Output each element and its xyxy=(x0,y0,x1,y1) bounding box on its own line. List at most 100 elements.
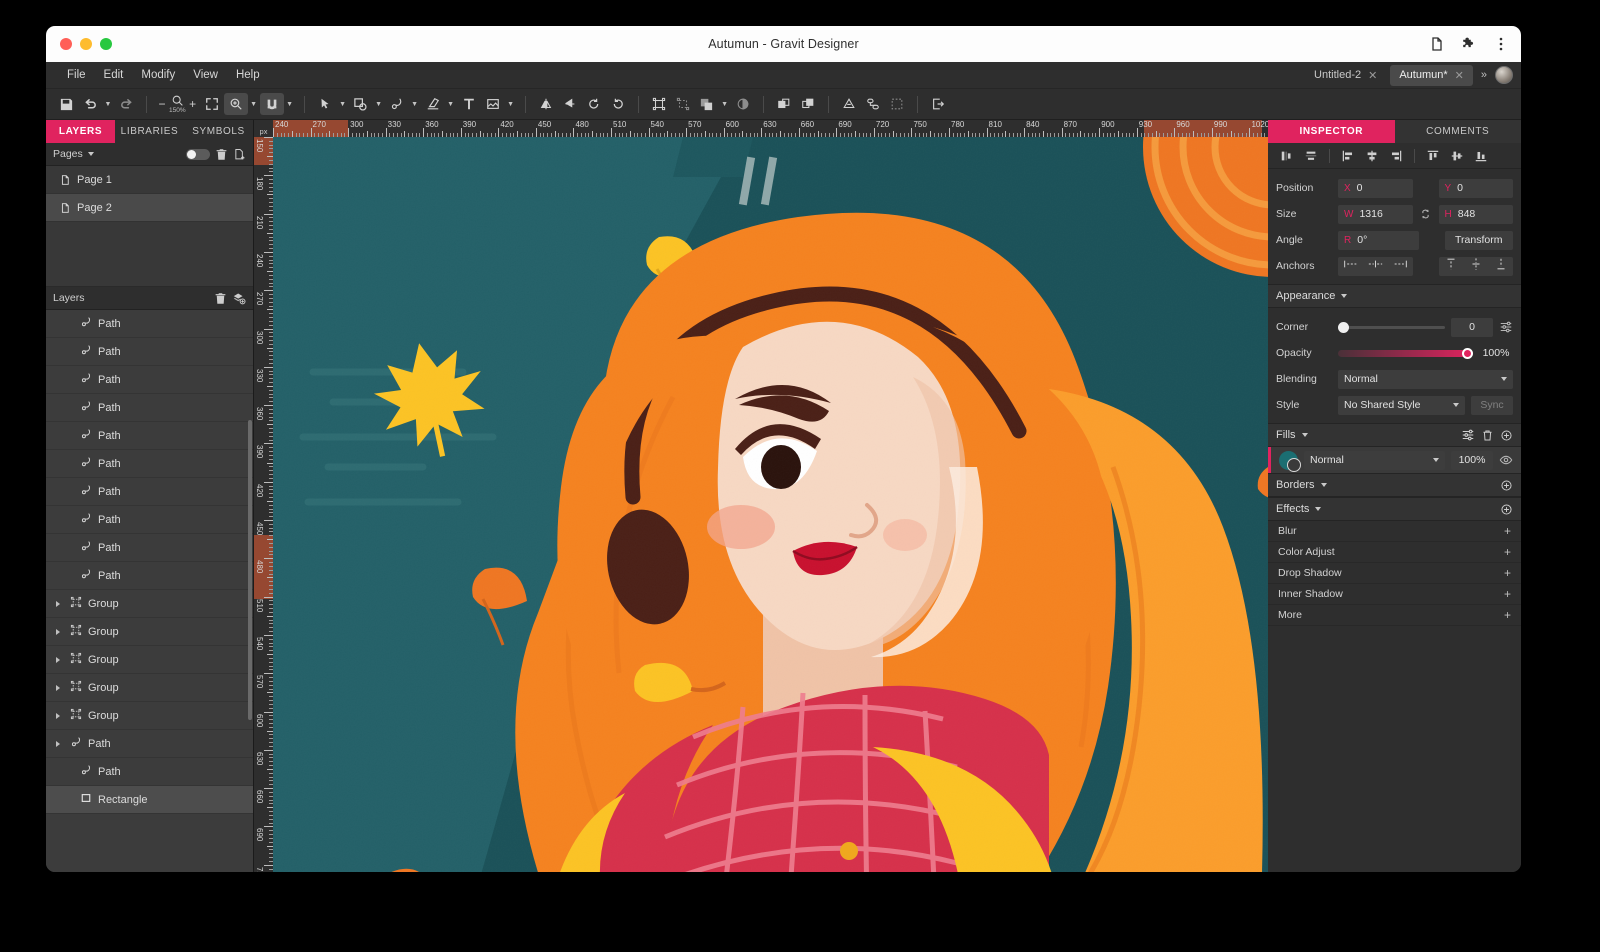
align-middle-icon[interactable] xyxy=(1446,146,1468,166)
layer-row[interactable]: Group xyxy=(46,674,253,702)
anchor-top-icon[interactable] xyxy=(1445,257,1457,276)
corner-value[interactable]: 0 xyxy=(1451,318,1493,337)
add-icon[interactable] xyxy=(1500,429,1513,442)
image-icon[interactable] xyxy=(481,93,505,115)
magnet-icon[interactable] xyxy=(260,93,284,115)
chevron-down-icon[interactable] xyxy=(1315,507,1321,511)
page-item-2[interactable]: Page 2 xyxy=(46,194,253,222)
layers-list[interactable]: PathPathPathPathPathPathPathPathPathPath… xyxy=(46,310,253,872)
anchor-bottom-icon[interactable] xyxy=(1495,257,1507,276)
zoom-caret-icon[interactable]: ▼ xyxy=(248,93,260,115)
tab-layers[interactable]: LAYERS xyxy=(46,120,115,143)
vertical-ruler[interactable]: 1501802102402703003303603904204504805105… xyxy=(254,137,273,872)
document-tab-autumun[interactable]: Autumun* ✕ xyxy=(1390,65,1473,86)
fill-color-swatch[interactable] xyxy=(1279,451,1298,470)
page-icon[interactable] xyxy=(1429,36,1445,52)
redo-icon[interactable] xyxy=(114,93,138,115)
eye-icon[interactable] xyxy=(1499,453,1513,467)
expand-triangle-icon[interactable] xyxy=(56,741,60,747)
chevron-down-icon[interactable] xyxy=(1453,403,1459,407)
more-vertical-icon[interactable] xyxy=(1493,36,1509,52)
bring-front-icon[interactable] xyxy=(772,93,796,115)
pointer-icon[interactable] xyxy=(313,93,337,115)
link-icon[interactable] xyxy=(1419,207,1433,221)
add-icon[interactable] xyxy=(1500,479,1513,492)
canvas-area[interactable]: 2402703003303603904204504805105405706006… xyxy=(254,120,1268,872)
add-effect-icon[interactable]: + xyxy=(1504,608,1511,622)
effect-row[interactable]: Blur+ xyxy=(1268,521,1521,542)
menu-item-file[interactable]: File xyxy=(58,66,95,84)
effect-row[interactable]: Inner Shadow+ xyxy=(1268,584,1521,605)
chevron-down-icon[interactable] xyxy=(88,152,94,156)
toggle-switch[interactable] xyxy=(186,149,210,160)
effect-row[interactable]: Color Adjust+ xyxy=(1268,542,1521,563)
style-select[interactable]: No Shared Style xyxy=(1338,396,1465,415)
ruler-unit-label[interactable]: px xyxy=(254,120,273,137)
text-icon[interactable] xyxy=(457,93,481,115)
appearance-section-header[interactable]: Appearance xyxy=(1268,284,1521,308)
ungroup-icon[interactable] xyxy=(671,93,695,115)
effects-section-header[interactable]: Effects xyxy=(1268,497,1521,521)
save-icon[interactable] xyxy=(54,93,78,115)
pen-icon[interactable] xyxy=(385,93,409,115)
flip-horizontal-icon[interactable] xyxy=(534,93,558,115)
borders-section-header[interactable]: Borders xyxy=(1268,473,1521,497)
layer-row[interactable]: Path xyxy=(46,534,253,562)
expand-triangle-icon[interactable] xyxy=(56,657,60,663)
close-tab-icon[interactable]: ✕ xyxy=(1455,69,1464,82)
group-icon[interactable] xyxy=(647,93,671,115)
chevron-down-icon[interactable] xyxy=(1302,433,1308,437)
anchors-vertical-group[interactable] xyxy=(1439,257,1514,276)
layer-row[interactable]: Group xyxy=(46,702,253,730)
effect-row[interactable]: More+ xyxy=(1268,605,1521,626)
position-x-field[interactable]: X 0 xyxy=(1338,179,1413,198)
anchor-center-v-icon[interactable] xyxy=(1470,257,1482,276)
fill-item[interactable]: Normal 100% xyxy=(1268,447,1521,473)
fills-section-header[interactable]: Fills xyxy=(1268,423,1521,447)
corner-settings-icon[interactable] xyxy=(1499,320,1513,334)
zoom-out-button[interactable]: − xyxy=(155,97,169,111)
expand-triangle-icon[interactable] xyxy=(56,713,60,719)
layer-row[interactable]: Path xyxy=(46,310,253,338)
expand-triangle-icon[interactable] xyxy=(56,685,60,691)
layer-row[interactable]: Path xyxy=(46,562,253,590)
layer-row[interactable]: Path xyxy=(46,730,253,758)
path-join-icon[interactable] xyxy=(861,93,885,115)
layer-row[interactable]: Group xyxy=(46,646,253,674)
layer-row[interactable]: Path xyxy=(46,422,253,450)
menu-item-edit[interactable]: Edit xyxy=(95,66,133,84)
chevron-down-icon[interactable] xyxy=(1501,377,1507,381)
mask-icon[interactable] xyxy=(731,93,755,115)
effect-row[interactable]: Drop Shadow+ xyxy=(1268,563,1521,584)
opacity-value[interactable]: 100% xyxy=(1479,344,1513,363)
add-effect-icon[interactable]: + xyxy=(1504,587,1511,601)
tab-comments[interactable]: COMMENTS xyxy=(1395,120,1522,143)
tab-inspector[interactable]: INSPECTOR xyxy=(1268,120,1395,143)
brush-caret-icon[interactable]: ▼ xyxy=(445,93,457,115)
horizontal-ruler[interactable]: 2402703003303603904204504805105405706006… xyxy=(254,120,1268,137)
menu-item-modify[interactable]: Modify xyxy=(132,66,184,84)
magnet-caret-icon[interactable]: ▼ xyxy=(284,93,296,115)
send-back-icon[interactable] xyxy=(796,93,820,115)
distribute-vertical-icon[interactable] xyxy=(1300,146,1322,166)
anchor-left-icon[interactable] xyxy=(1343,257,1358,275)
layer-row[interactable]: Path xyxy=(46,394,253,422)
pen-caret-icon[interactable]: ▼ xyxy=(409,93,421,115)
zoom-level[interactable]: 150% xyxy=(169,94,186,115)
menu-item-help[interactable]: Help xyxy=(227,66,269,84)
chevron-down-icon[interactable] xyxy=(1321,483,1327,487)
add-effect-icon[interactable]: + xyxy=(1504,545,1511,559)
layers-scrollbar[interactable] xyxy=(248,420,252,720)
expand-triangle-icon[interactable] xyxy=(56,629,60,635)
boolean-union-icon[interactable] xyxy=(695,93,719,115)
corner-slider-knob[interactable] xyxy=(1338,322,1349,333)
anchor-right-icon[interactable] xyxy=(1393,257,1408,275)
shape-caret-icon[interactable]: ▼ xyxy=(373,93,385,115)
anchors-horizontal-group[interactable] xyxy=(1338,257,1413,276)
align-right-icon[interactable] xyxy=(1385,146,1407,166)
add-effect-icon[interactable]: + xyxy=(1504,524,1511,538)
extensions-icon[interactable] xyxy=(1461,36,1477,52)
page-item-1[interactable]: Page 1 xyxy=(46,166,253,194)
add-layer-icon[interactable] xyxy=(232,292,246,305)
shape-icon[interactable] xyxy=(349,93,373,115)
